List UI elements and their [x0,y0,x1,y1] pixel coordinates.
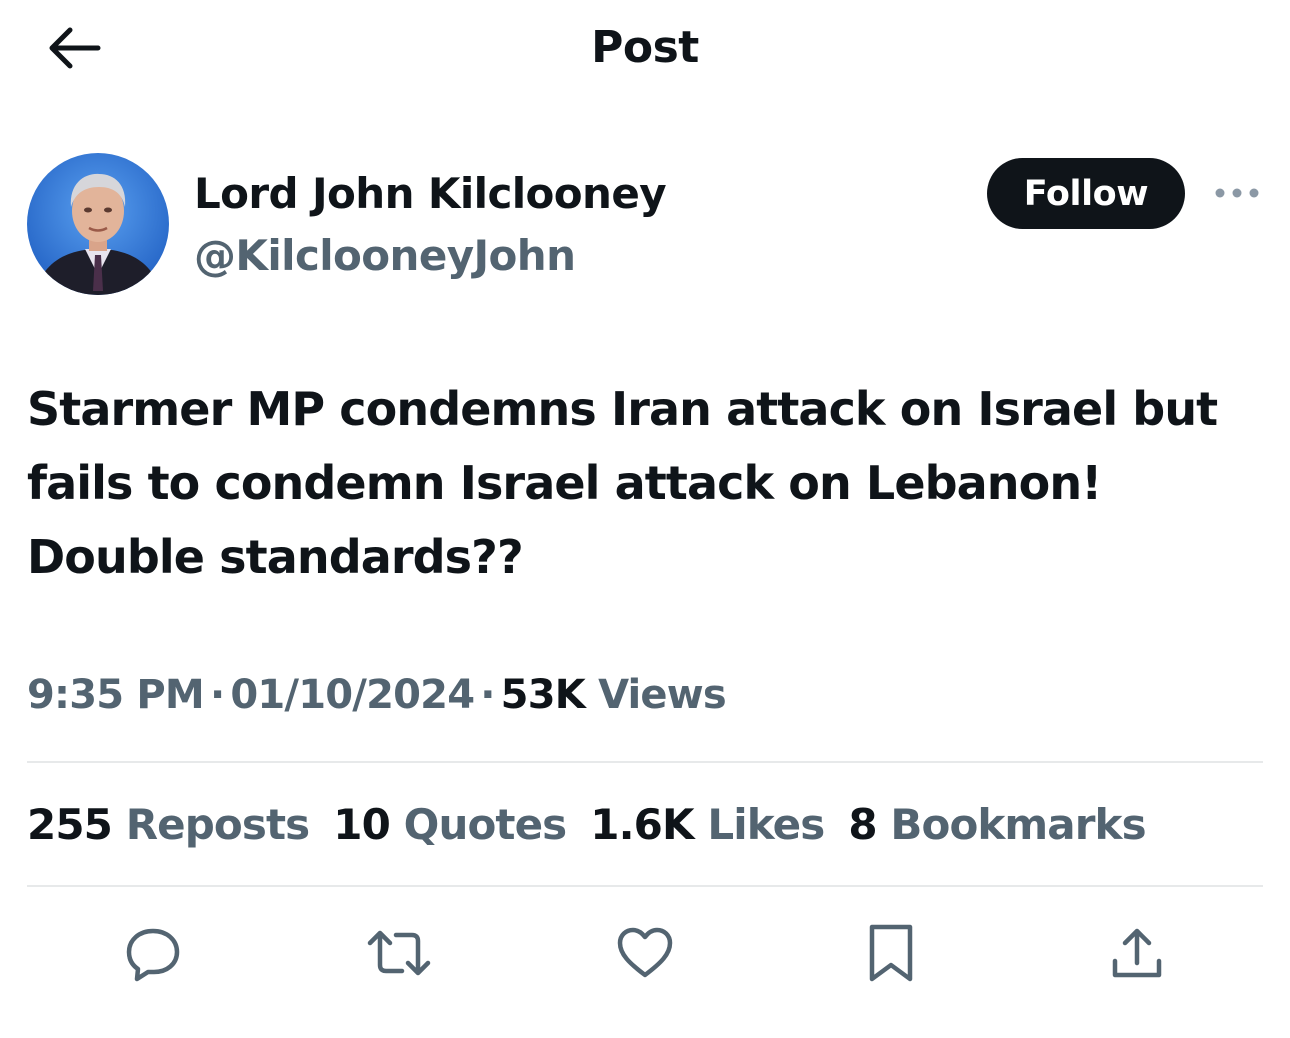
bookmarks-count: 8 [848,800,877,849]
post-author: Lord John Kilclooney @KilclooneyJohn Fol… [27,153,1267,298]
like-button[interactable] [605,915,685,995]
quotes-stat[interactable]: 10 Quotes [333,800,568,849]
bookmark-icon [866,923,916,987]
top-bar: Post [0,0,1290,100]
views-count: 53K [500,672,586,718]
bookmark-button[interactable] [851,915,931,995]
like-icon [615,925,675,985]
quotes-label: Quotes [403,800,568,849]
quotes-count: 10 [333,800,391,849]
more-horizontal-icon [1214,184,1260,203]
repost-button[interactable] [359,915,439,995]
post-stats: 255 Reposts 10 Quotes 1.6K Likes 8 Bookm… [27,800,1147,849]
likes-label: Likes [707,800,825,849]
post-date[interactable]: 01/10/2024 [230,672,475,718]
action-bar [0,915,1290,995]
repost-icon [366,923,432,987]
post-meta: 9:35 PM · 01/10/2024 · 53K Views [27,672,727,718]
bookmarks-stat[interactable]: 8 Bookmarks [848,800,1146,849]
post-time[interactable]: 9:35 PM [27,672,205,718]
reposts-label: Reposts [125,800,310,849]
likes-count: 1.6K [590,800,694,849]
views-label: Views [598,672,727,718]
divider [27,761,1263,763]
likes-stat[interactable]: 1.6K Likes [590,800,825,849]
post-text: Starmer MP condemns Iran attack on Israe… [27,382,1218,584]
bookmarks-label: Bookmarks [890,800,1146,849]
author-display-name[interactable]: Lord John Kilclooney [194,169,667,218]
reposts-stat[interactable]: 255 Reposts [27,800,310,849]
meta-separator: · [480,672,495,718]
avatar[interactable] [27,153,169,295]
meta-separator: · [209,672,225,718]
author-handle[interactable]: @KilclooneyJohn [194,231,576,280]
reply-button[interactable] [113,915,193,995]
follow-button[interactable]: Follow [987,158,1185,229]
share-icon [1109,923,1165,987]
share-button[interactable] [1097,915,1177,995]
more-options-button[interactable] [1207,171,1267,215]
divider [27,885,1263,887]
page-title: Post [591,22,699,73]
reply-icon [123,923,183,987]
reposts-count: 255 [27,800,113,849]
